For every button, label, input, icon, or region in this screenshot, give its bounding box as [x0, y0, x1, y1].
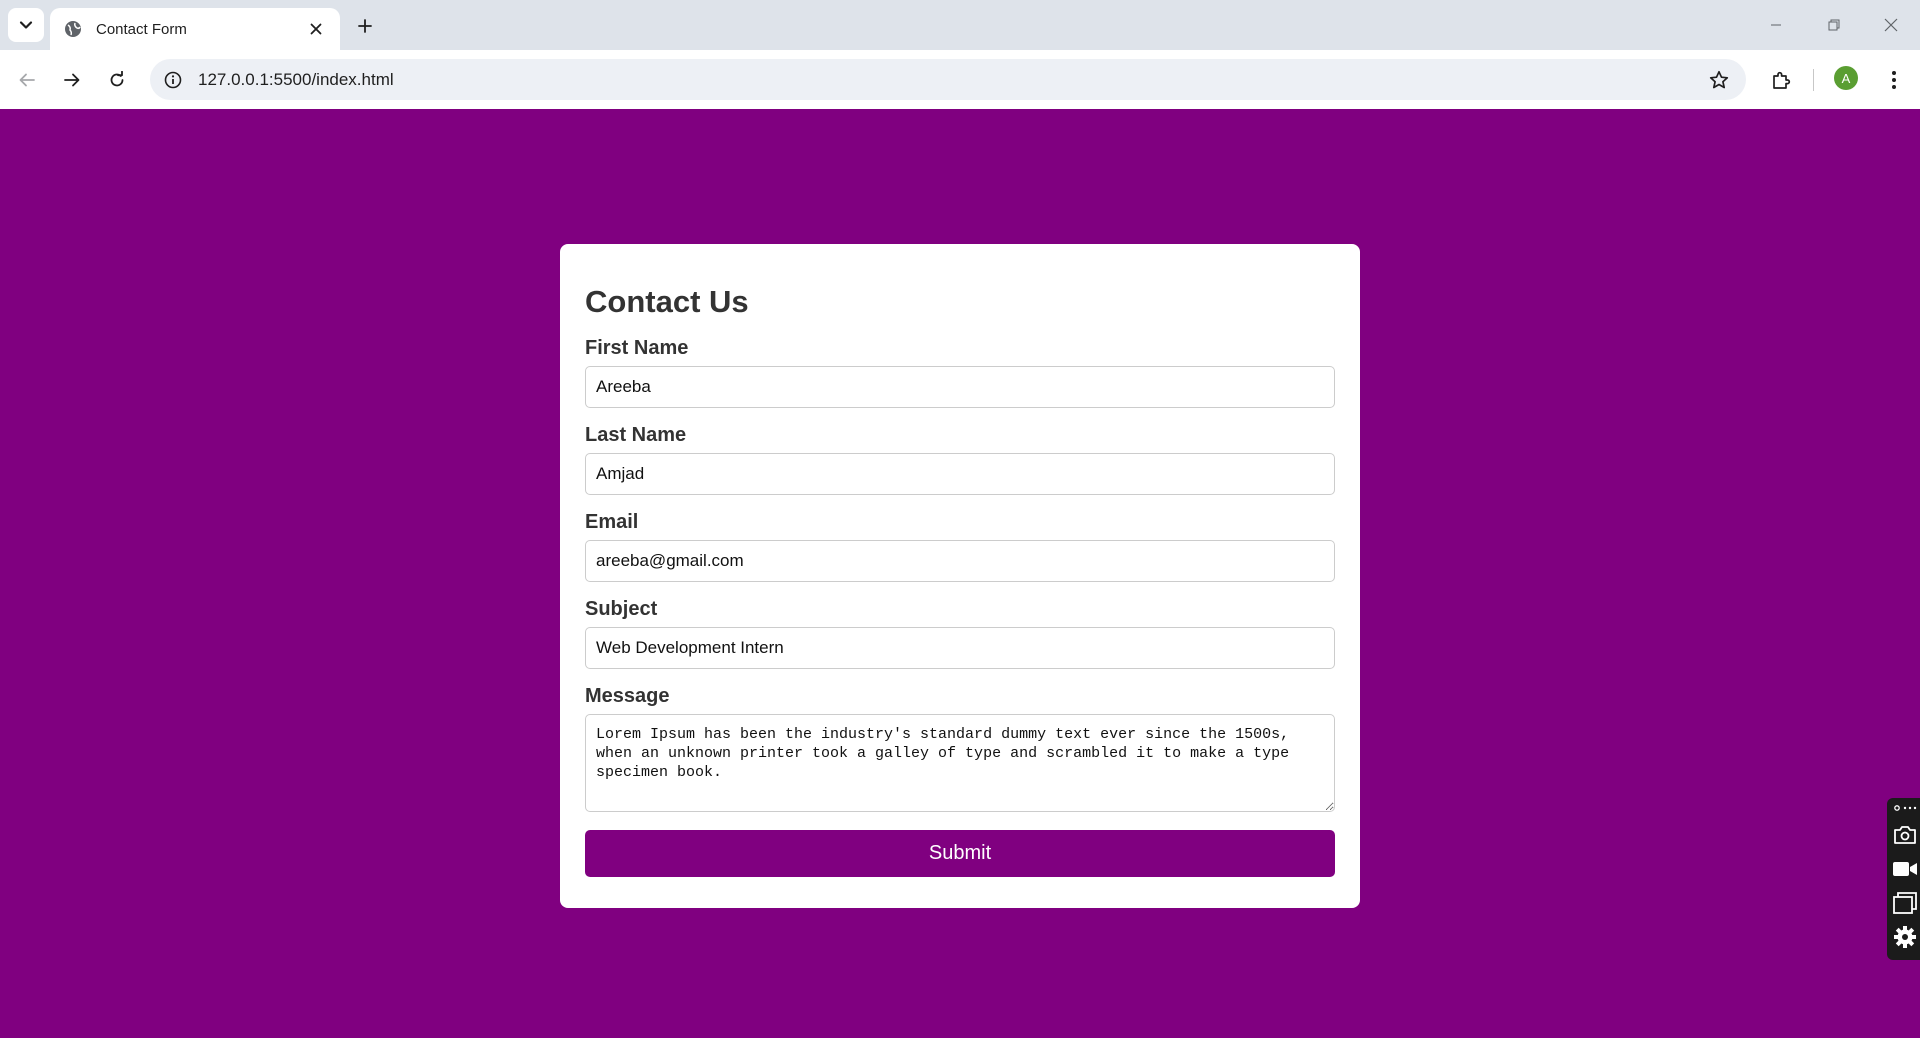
first-name-field[interactable]: [585, 366, 1335, 408]
address-bar[interactable]: 127.0.0.1:5500/index.html: [150, 59, 1746, 100]
avatar[interactable]: A: [1834, 66, 1858, 90]
info-icon[interactable]: [164, 71, 182, 89]
gear-icon: [1894, 926, 1916, 948]
minimize-button[interactable]: [1753, 10, 1799, 40]
last-name-label: Last Name: [585, 424, 687, 446]
active-tab[interactable]: Contact Form: [50, 8, 340, 50]
extensions-button[interactable]: [1764, 63, 1798, 97]
tab-search-button[interactable]: [8, 8, 44, 42]
panel-handle[interactable]: [1892, 800, 1918, 816]
chevron-down-icon: [19, 21, 33, 29]
minimize-icon: [1771, 24, 1781, 26]
subject-label: Subject: [585, 598, 658, 620]
tab-close-button[interactable]: [306, 19, 326, 39]
globe-icon: [65, 21, 81, 37]
tab-title: Contact Form: [96, 20, 187, 38]
email-label: Email: [585, 511, 639, 533]
message-label: Message: [585, 685, 670, 707]
new-tab-button[interactable]: [352, 13, 378, 39]
toolbar-separator: [1813, 69, 1814, 91]
browser-toolbar: 127.0.0.1:5500/index.html: [0, 50, 1920, 109]
capture-side-panel: [1887, 798, 1920, 960]
video-icon: [1893, 862, 1917, 876]
restore-button[interactable]: [1811, 10, 1857, 40]
reload-icon: [110, 71, 124, 87]
email-field[interactable]: [585, 540, 1335, 582]
message-field[interactable]: Lorem Ipsum has been the industry's stan…: [585, 714, 1335, 812]
window-icon: [1893, 892, 1917, 914]
tab-strip: Contact Form: [0, 0, 1920, 50]
restore-icon: [1828, 19, 1840, 31]
record-button[interactable]: [1892, 856, 1918, 882]
back-button[interactable]: [10, 63, 44, 97]
plus-icon: [358, 19, 372, 33]
more-icon: [1894, 805, 1917, 811]
arrow-left-icon: [19, 73, 35, 87]
subject-field[interactable]: [585, 627, 1335, 669]
page-background: Contact Us First Name Last Name Email Su…: [0, 109, 1920, 1038]
url-text[interactable]: 127.0.0.1:5500/index.html: [198, 70, 394, 90]
settings-button[interactable]: [1892, 924, 1918, 950]
first-name-label: First Name: [585, 337, 689, 359]
last-name-field[interactable]: [585, 453, 1335, 495]
kebab-menu-icon: [1892, 71, 1896, 89]
puzzle-icon: [1773, 71, 1791, 89]
submit-button[interactable]: Submit: [585, 830, 1335, 877]
screenshot-button[interactable]: [1892, 822, 1918, 848]
star-icon: [1709, 70, 1729, 89]
close-icon: [310, 23, 322, 35]
contact-form-card: Contact Us First Name Last Name Email Su…: [560, 244, 1360, 908]
window-capture-button[interactable]: [1892, 890, 1918, 916]
bookmark-button[interactable]: [1706, 67, 1732, 93]
camera-icon: [1894, 826, 1916, 844]
close-window-button[interactable]: [1868, 10, 1914, 40]
reload-button[interactable]: [100, 63, 134, 97]
close-window-icon: [1884, 18, 1898, 32]
arrow-right-icon: [64, 73, 80, 87]
forward-button[interactable]: [55, 63, 89, 97]
page-title: Contact Us: [585, 284, 749, 319]
browser-menu-button[interactable]: [1877, 63, 1911, 97]
